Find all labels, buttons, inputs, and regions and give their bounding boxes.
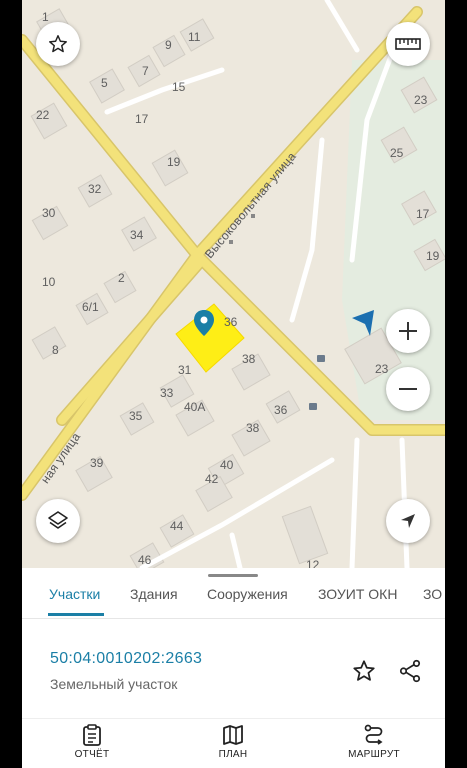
ruler-button[interactable]: [386, 22, 430, 66]
house-number: 6/1: [82, 300, 99, 314]
share-button[interactable]: [394, 655, 426, 687]
bus-stop-icon: [309, 403, 317, 410]
house-number: 39: [90, 456, 104, 470]
share-icon: [399, 659, 421, 683]
house-number: 19: [426, 249, 440, 263]
bus-stop-icon: [317, 355, 325, 362]
app-screen: Высоковольтная улица ная улица 1 11 9 7 …: [22, 0, 445, 768]
house-number: 5: [101, 76, 108, 90]
clipboard-icon: [83, 724, 101, 746]
house-number: 36: [274, 403, 288, 417]
house-number: 44: [170, 519, 184, 533]
navigation-arrow-icon: [401, 514, 415, 528]
tab-plots[interactable]: Участки: [49, 586, 100, 602]
layers-button[interactable]: [36, 499, 80, 543]
zoom-out-button[interactable]: [386, 367, 430, 411]
nav-plan-label: ПЛАН: [218, 749, 248, 760]
house-number: 42: [205, 472, 219, 486]
tab-structures[interactable]: Сооружения: [207, 586, 288, 602]
map-view[interactable]: Высоковольтная улица ная улица 1 11 9 7 …: [22, 0, 445, 568]
minus-icon: [399, 388, 417, 390]
house-number: 38: [242, 352, 256, 366]
map-icon: [223, 725, 243, 745]
nav-route-label: МАРШРУТ: [348, 749, 400, 760]
house-number: 40А: [184, 400, 206, 414]
house-number: 35: [129, 409, 143, 423]
category-tabs: Участки Здания Сооружения ЗОУИТ ОКН ЗО: [22, 578, 445, 619]
layers-icon: [48, 511, 68, 529]
bottom-navigation: ОТЧЁТ ПЛАН МАРШРУТ: [22, 718, 445, 768]
favorite-map-button[interactable]: [36, 22, 80, 66]
nav-report[interactable]: ОТЧЁТ: [42, 723, 142, 760]
active-tab-indicator: [48, 613, 104, 616]
map-canvas: [22, 0, 445, 568]
tab-buildings[interactable]: Здания: [130, 586, 178, 602]
ruler-icon: [395, 38, 421, 50]
house-number: 10: [42, 275, 56, 289]
house-number: 11: [188, 30, 201, 44]
tab-zouit-okn[interactable]: ЗОУИТ ОКН: [318, 586, 397, 602]
house-number: 8: [52, 343, 59, 357]
house-number: 22: [36, 108, 50, 122]
house-number: 17: [416, 207, 430, 221]
house-number: 46: [138, 553, 152, 567]
house-number: 33: [160, 386, 174, 400]
house-number: 34: [130, 228, 144, 242]
house-number: 1: [42, 10, 49, 24]
house-number: 15: [172, 80, 186, 94]
house-number: 32: [88, 182, 102, 196]
house-number: 7: [142, 64, 149, 78]
tab-zo[interactable]: ЗО: [423, 586, 442, 602]
nav-report-label: ОТЧЁТ: [74, 749, 110, 760]
cadastral-number[interactable]: 50:04:0010202:2663: [50, 650, 202, 668]
nav-plan[interactable]: ПЛАН: [183, 723, 283, 760]
house-number: 2: [118, 271, 125, 285]
plus-icon: [399, 322, 417, 340]
zoom-in-button[interactable]: [386, 309, 430, 353]
house-number: 23: [414, 93, 428, 107]
parcel-type: Земельный участок: [50, 676, 178, 692]
star-icon: [49, 35, 67, 53]
house-number: 19: [167, 155, 181, 169]
house-number: 40: [220, 458, 234, 472]
house-number: 38: [246, 421, 260, 435]
house-number: 30: [42, 206, 56, 220]
house-number: 25: [390, 146, 404, 160]
house-number: 12: [306, 558, 320, 568]
star-icon: [353, 660, 375, 681]
route-icon: [364, 724, 383, 745]
house-number: 36: [224, 315, 238, 329]
house-number: 23: [375, 362, 389, 376]
house-number: 9: [165, 38, 172, 52]
nav-route[interactable]: МАРШРУТ: [324, 723, 424, 760]
house-number: 31: [178, 363, 192, 377]
house-number: 17: [135, 112, 149, 126]
locate-button[interactable]: [386, 499, 430, 543]
favorite-parcel-button[interactable]: [348, 655, 380, 687]
bottom-sheet-handle[interactable]: [208, 574, 258, 577]
